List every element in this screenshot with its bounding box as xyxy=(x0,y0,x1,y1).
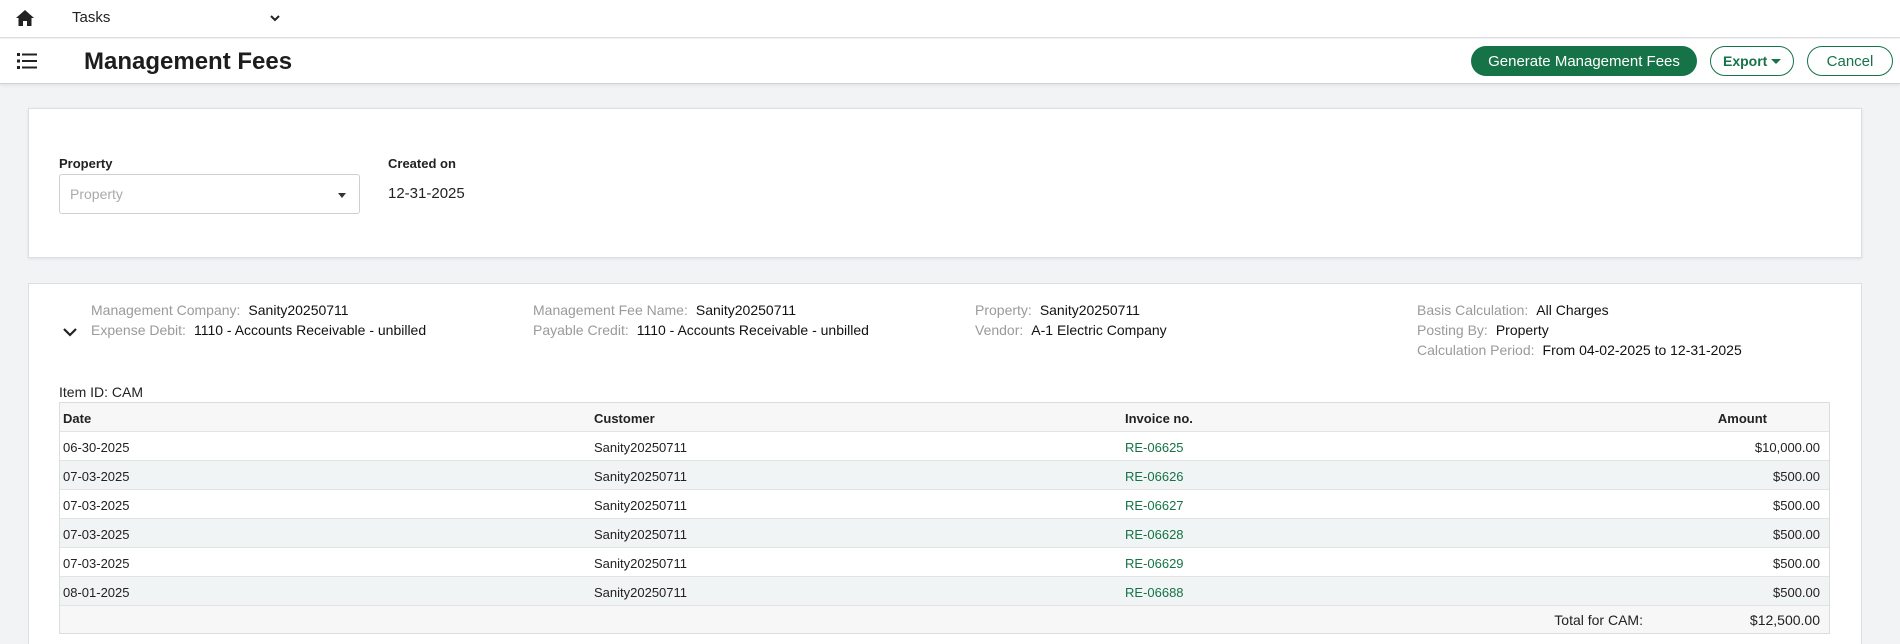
export-button-label: Export xyxy=(1723,53,1768,69)
total-value: $12,500.00 xyxy=(1749,612,1820,628)
table-row: 07-03-2025 Sanity20250711 RE-06628 $500.… xyxy=(60,519,1829,548)
fees-table: Date Customer Invoice no. Amount 06-30-2… xyxy=(59,402,1830,634)
property-select[interactable]: Property xyxy=(59,174,360,214)
created-on-value: 12-31-2025 xyxy=(388,185,465,202)
table-row: 06-30-2025 Sanity20250711 RE-06625 $10,0… xyxy=(60,432,1829,461)
invoice-link[interactable]: RE-06626 xyxy=(1125,469,1184,484)
row-date: 07-03-2025 xyxy=(63,498,130,513)
row-amount: $10,000.00 xyxy=(1754,440,1820,455)
chevron-down-icon[interactable] xyxy=(62,326,78,338)
row-amount: $500.00 xyxy=(1773,527,1820,542)
row-date: 06-30-2025 xyxy=(63,440,130,455)
row-customer: Sanity20250711 xyxy=(594,498,688,513)
posting-by-field: Posting By: Property xyxy=(1417,322,1549,338)
created-on-label: Created on xyxy=(388,156,456,171)
table-row: 08-01-2025 Sanity20250711 RE-06688 $500.… xyxy=(60,577,1829,606)
row-date: 07-03-2025 xyxy=(63,469,130,484)
export-button[interactable]: Export xyxy=(1710,46,1794,76)
row-customer: Sanity20250711 xyxy=(594,527,688,542)
payable-credit-field: Payable Credit: 1110 - Accounts Receivabl… xyxy=(533,322,869,338)
row-amount: $500.00 xyxy=(1773,469,1820,484)
generate-management-fees-button[interactable]: Generate Management Fees xyxy=(1471,46,1697,76)
row-amount: $500.00 xyxy=(1773,556,1820,571)
fee-name-field: Management Fee Name: Sanity20250711 xyxy=(533,302,797,318)
home-icon[interactable] xyxy=(15,9,35,27)
fee-detail-card: Management Company: Sanity20250711 Expens… xyxy=(28,283,1862,644)
table-header-row: Date Customer Invoice no. Amount xyxy=(60,403,1829,432)
invoice-link[interactable]: RE-06688 xyxy=(1125,585,1184,600)
column-header-amount[interactable]: Amount xyxy=(1718,411,1767,426)
row-amount: $500.00 xyxy=(1773,498,1820,513)
table-row: 07-03-2025 Sanity20250711 RE-06629 $500.… xyxy=(60,548,1829,577)
basis-calculation-field: Basis Calculation: All Charges xyxy=(1417,302,1609,318)
row-date: 08-01-2025 xyxy=(63,585,130,600)
column-header-date[interactable]: Date xyxy=(63,411,91,426)
column-header-invoice[interactable]: Invoice no. xyxy=(1125,411,1193,426)
invoice-link[interactable]: RE-06628 xyxy=(1125,527,1184,542)
table-row: 07-03-2025 Sanity20250711 RE-06626 $500.… xyxy=(60,461,1829,490)
calculation-period-field: Calculation Period: From 04-02-2025 to 12… xyxy=(1417,342,1742,358)
column-header-customer[interactable]: Customer xyxy=(594,411,655,426)
row-amount: $500.00 xyxy=(1773,585,1820,600)
table-total-row: Total for CAM: $12,500.00 xyxy=(60,606,1829,633)
row-customer: Sanity20250711 xyxy=(594,585,688,600)
row-date: 07-03-2025 xyxy=(63,527,130,542)
table-row: 07-03-2025 Sanity20250711 RE-06627 $500.… xyxy=(60,490,1829,519)
expense-debit-field: Expense Debit: 1110 - Accounts Receivable… xyxy=(91,322,427,338)
total-label: Total for CAM: xyxy=(1554,612,1643,628)
item-id: Item ID: CAM xyxy=(59,384,144,400)
property-select-placeholder: Property xyxy=(70,186,123,202)
cancel-button[interactable]: Cancel xyxy=(1807,46,1893,76)
row-date: 07-03-2025 xyxy=(63,556,130,571)
top-bar: Tasks xyxy=(0,0,1900,38)
invoice-link[interactable]: RE-06625 xyxy=(1125,440,1184,455)
filter-card: Property Property Created on 12-31-2025 xyxy=(28,108,1862,258)
vendor-field: Vendor: A-1 Electric Company xyxy=(975,322,1167,338)
module-select-value: Tasks xyxy=(72,9,111,26)
property-label: Property xyxy=(59,156,113,171)
module-select[interactable]: Tasks xyxy=(72,9,282,29)
property-field: Property: Sanity20250711 xyxy=(975,302,1140,318)
row-customer: Sanity20250711 xyxy=(594,440,688,455)
list-icon[interactable] xyxy=(17,52,37,70)
page-header: Management Fees Generate Management Fees… xyxy=(0,39,1900,84)
row-customer: Sanity20250711 xyxy=(594,556,688,571)
page-title: Management Fees xyxy=(84,48,293,75)
row-customer: Sanity20250711 xyxy=(594,469,688,484)
invoice-link[interactable]: RE-06629 xyxy=(1125,556,1184,571)
caret-down-icon xyxy=(338,193,346,198)
management-company-field: Management Company: Sanity20250711 xyxy=(91,302,349,318)
invoice-link[interactable]: RE-06627 xyxy=(1125,498,1184,513)
chevron-down-icon xyxy=(270,15,280,22)
caret-down-icon xyxy=(1771,59,1781,64)
